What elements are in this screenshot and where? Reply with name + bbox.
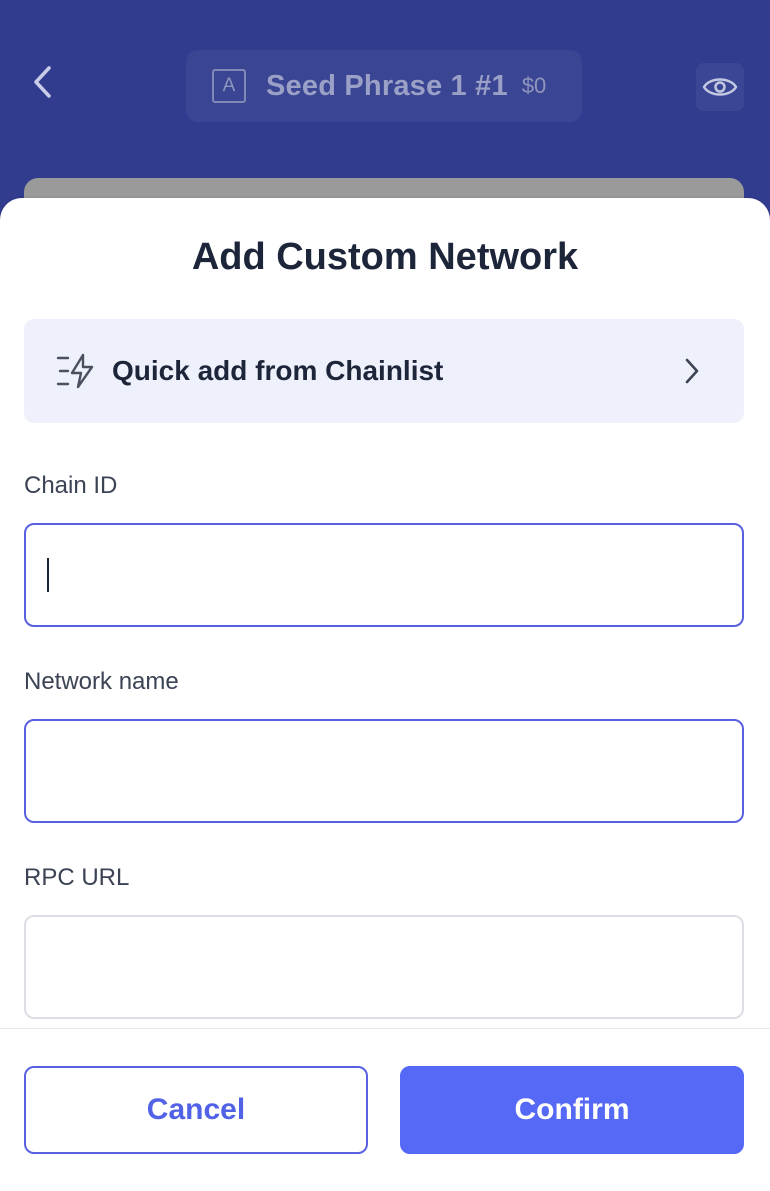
chain-id-label: Chain ID bbox=[24, 472, 118, 499]
account-name: Seed Phrase 1 #1 bbox=[266, 69, 508, 102]
cancel-button[interactable]: Cancel bbox=[24, 1066, 368, 1154]
rpc-url-input[interactable] bbox=[24, 915, 744, 1019]
chevron-left-icon bbox=[34, 66, 51, 98]
action-footer: Cancel Confirm bbox=[0, 1028, 770, 1191]
rpc-url-label: RPC URL bbox=[24, 864, 130, 891]
chain-id-input[interactable] bbox=[24, 523, 744, 627]
lightning-list-icon bbox=[56, 353, 94, 389]
account-balance: $0 bbox=[521, 73, 547, 98]
eye-icon bbox=[702, 78, 738, 96]
sheet-title: Add Custom Network bbox=[191, 236, 579, 278]
chevron-right-icon bbox=[678, 357, 706, 385]
account-selector[interactable]: A Seed Phrase 1 #1 $0 bbox=[186, 50, 582, 122]
account-avatar: A bbox=[212, 69, 246, 103]
network-name-label: Network name bbox=[24, 668, 179, 695]
quick-add-label: Quick add from Chainlist bbox=[112, 355, 444, 386]
confirm-button[interactable]: Confirm bbox=[400, 1066, 744, 1154]
wallet-header: A Seed Phrase 1 #1 $0 bbox=[0, 0, 770, 238]
back-button[interactable] bbox=[24, 62, 60, 102]
quick-add-chainlist-button[interactable]: Quick add from Chainlist bbox=[24, 319, 744, 423]
text-cursor bbox=[47, 558, 49, 592]
toggle-balance-visibility-button[interactable] bbox=[696, 63, 744, 111]
network-name-input[interactable] bbox=[24, 719, 744, 823]
